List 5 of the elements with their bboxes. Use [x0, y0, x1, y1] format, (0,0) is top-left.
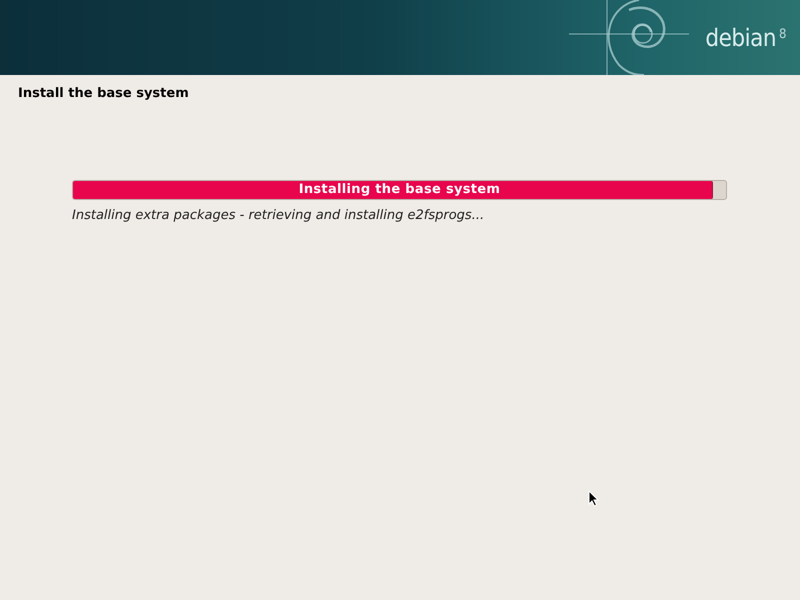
step-title: Install the base system — [18, 86, 190, 102]
progress-label: Installing the base system — [298, 181, 502, 199]
debian-logo: debian$^{8}$ — [705, 24, 786, 52]
cursor-icon — [588, 490, 599, 507]
status-text: Installing extra packages - retrieving and installing e2fsprogs... — [72, 208, 486, 224]
